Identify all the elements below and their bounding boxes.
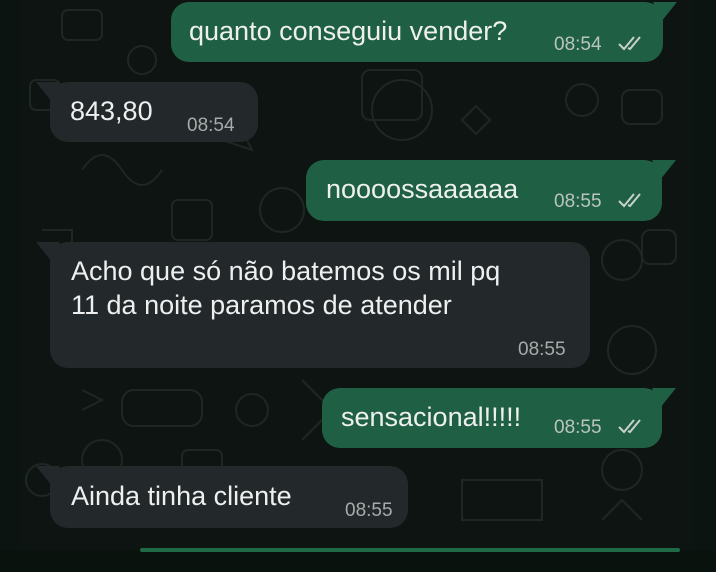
message-text: 843,80 xyxy=(70,96,153,126)
message-time: 08:54 xyxy=(187,115,235,136)
double-check-icon xyxy=(618,419,641,434)
message-bubble-incoming[interactable]: Ainda tinha cliente 08:55 xyxy=(36,466,408,528)
bubble-tail xyxy=(653,2,677,22)
message-text: noooossaaaaaa xyxy=(326,174,519,204)
message-time: 08:55 xyxy=(345,500,393,521)
message-text: Ainda tinha cliente xyxy=(71,481,292,511)
bubble-tail xyxy=(36,242,60,262)
message-time: 08:55 xyxy=(518,339,566,360)
message-bubble-outgoing[interactable]: noooossaaaaaa 08:55 xyxy=(306,160,676,221)
message-bubble-incoming[interactable]: 843,80 08:54 xyxy=(36,82,258,142)
bubble-tail xyxy=(652,160,676,180)
chat-area[interactable]: quanto conseguiu vender? 08:54 843,80 08… xyxy=(22,0,694,550)
message-bubble-outgoing[interactable]: sensacional!!!!! 08:55 xyxy=(322,388,676,448)
message-text: quanto conseguiu vender? xyxy=(189,16,508,46)
bubble-tail xyxy=(652,388,676,408)
message-text-line: Acho que só não batemos os mil pq xyxy=(71,256,501,286)
bubble-tail xyxy=(36,466,60,486)
message-time: 08:55 xyxy=(554,417,602,438)
bubble-tail xyxy=(36,82,60,102)
message-text: sensacional!!!!! xyxy=(341,402,522,432)
message-time: 08:54 xyxy=(554,34,602,55)
message-text-line: 11 da noite paramos de atender xyxy=(71,290,452,320)
double-check-icon xyxy=(618,36,641,51)
message-time: 08:55 xyxy=(554,191,602,212)
bottom-edge xyxy=(0,550,716,572)
message-bubble-outgoing[interactable]: quanto conseguiu vender? 08:54 xyxy=(171,2,677,62)
message-bubble-incoming[interactable]: Acho que só não batemos os mil pq 11 da … xyxy=(36,242,590,368)
double-check-icon xyxy=(618,193,641,208)
partial-message-bubble xyxy=(140,548,680,552)
